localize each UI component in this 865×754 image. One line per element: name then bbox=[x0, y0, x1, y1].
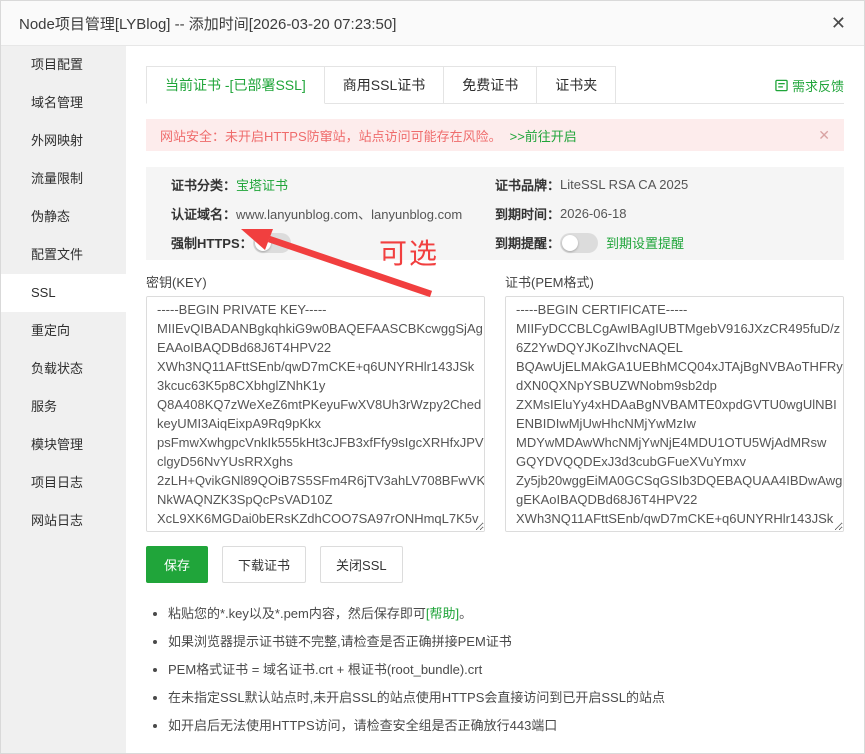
cert-category-label: 证书分类： bbox=[171, 175, 236, 194]
close-icon[interactable]: ✕ bbox=[831, 14, 846, 32]
sidebar-item-service[interactable]: 服务 bbox=[1, 388, 126, 426]
sidebar-item-external-mapping[interactable]: 外网映射 bbox=[1, 122, 126, 160]
tab-cert-folder[interactable]: 证书夹 bbox=[537, 66, 616, 104]
expiry-reminder-toggle[interactable] bbox=[560, 233, 598, 253]
pem-field-label: 证书(PEM格式) bbox=[505, 272, 844, 291]
cert-category-link[interactable]: 宝塔证书 bbox=[236, 175, 288, 194]
cert-expiry-label: 到期时间： bbox=[495, 204, 560, 223]
warning-text: 网站安全：未开启HTTPS防窜站，站点访问可能存在风险。 bbox=[160, 126, 502, 145]
note-item: 在未指定SSL默认站点时,未开启SSL的站点使用HTTPS会直接访问到已开启SS… bbox=[168, 687, 844, 706]
sidebar-item-redirect[interactable]: 重定向 bbox=[1, 312, 126, 350]
note-item: 如果浏览器提示证书链不完整,请检查是否正确拼接PEM证书 bbox=[168, 631, 844, 650]
sidebar-item-project-log[interactable]: 项目日志 bbox=[1, 464, 126, 502]
expiry-reminder-link[interactable]: 到期设置提醒 bbox=[606, 233, 684, 252]
project-manage-dialog: Node项目管理[LYBlog] -- 添加时间[2026-03-20 07:2… bbox=[0, 0, 865, 754]
force-https-toggle[interactable] bbox=[253, 233, 291, 253]
cert-info-right: 证书品牌： LiteSSL RSA CA 2025 到期时间： 2026-06-… bbox=[495, 170, 819, 257]
cert-fields: -----BEGIN PRIVATE KEY----- MIIEvQIBADAN… bbox=[146, 296, 844, 532]
note-text: PEM格式证书 = 域名证书.crt + 根证书(root_bundle).cr… bbox=[168, 662, 482, 677]
https-warning-bar: 网站安全：未开启HTTPS防窜站，站点访问可能存在风险。 >>前往开启 ✕ bbox=[146, 119, 844, 151]
cert-category-row: 证书分类： 宝塔证书 bbox=[171, 170, 495, 199]
sidebar-item-load-status[interactable]: 负载状态 bbox=[1, 350, 126, 388]
field-labels: 密钥(KEY) 证书(PEM格式) bbox=[146, 272, 844, 291]
pem-cert-textarea[interactable]: -----BEGIN CERTIFICATE----- MIIFyDCCBLCg… bbox=[505, 296, 844, 532]
note-text: 粘贴您的*.key以及*.pem内容，然后保存即可 bbox=[168, 606, 426, 621]
cert-brand-value: LiteSSL RSA CA 2025 bbox=[560, 177, 688, 192]
sidebar-item-ssl[interactable]: SSL bbox=[1, 274, 126, 312]
notes-list: 粘贴您的*.key以及*.pem内容，然后保存即可[帮助]。 如果浏览器提示证书… bbox=[152, 603, 844, 734]
cert-tabbar: 当前证书 -[已部署SSL] 商用SSL证书 免费证书 证书夹 需求反馈 bbox=[146, 66, 844, 104]
download-cert-button[interactable]: 下载证书 bbox=[222, 546, 306, 583]
force-https-label: 强制HTTPS： bbox=[171, 233, 253, 252]
sidebar: 项目配置 域名管理 外网映射 流量限制 伪静态 配置文件 SSL 重定向 负载状… bbox=[1, 46, 126, 754]
key-field-label: 密钥(KEY) bbox=[146, 272, 485, 291]
dialog-titlebar: Node项目管理[LYBlog] -- 添加时间[2026-03-20 07:2… bbox=[1, 1, 864, 46]
sidebar-item-project-config[interactable]: 项目配置 bbox=[1, 46, 126, 84]
cert-info-panel: 证书分类： 宝塔证书 认证域名： www.lanyunblog.com、lany… bbox=[146, 167, 844, 260]
enable-https-link[interactable]: >>前往开启 bbox=[510, 126, 577, 145]
note-suffix: 。 bbox=[459, 606, 472, 621]
close-ssl-button[interactable]: 关闭SSL bbox=[320, 546, 403, 583]
sidebar-item-traffic-limit[interactable]: 流量限制 bbox=[1, 160, 126, 198]
ssl-panel: 当前证书 -[已部署SSL] 商用SSL证书 免费证书 证书夹 需求反馈 网站安… bbox=[126, 46, 864, 754]
cert-info-left: 证书分类： 宝塔证书 认证域名： www.lanyunblog.com、lany… bbox=[171, 170, 495, 257]
cert-domains-row: 认证域名： www.lanyunblog.com、lanyunblog.com bbox=[171, 199, 495, 228]
dialog-title: Node项目管理[LYBlog] -- 添加时间[2026-03-20 07:2… bbox=[19, 13, 396, 34]
tab-free-cert[interactable]: 免费证书 bbox=[444, 66, 537, 104]
cert-brand-row: 证书品牌： LiteSSL RSA CA 2025 bbox=[495, 170, 819, 199]
tab-current-cert[interactable]: 当前证书 -[已部署SSL] bbox=[146, 66, 325, 104]
action-buttons: 保存 下载证书 关闭SSL bbox=[146, 546, 844, 583]
cert-domains-value: www.lanyunblog.com、lanyunblog.com bbox=[236, 204, 462, 223]
feedback-label: 需求反馈 bbox=[792, 76, 844, 95]
expiry-reminder-row: 到期提醒： 到期设置提醒 bbox=[495, 228, 819, 257]
feedback-icon bbox=[775, 79, 788, 92]
tab-commercial-cert[interactable]: 商用SSL证书 bbox=[325, 66, 444, 104]
cert-brand-label: 证书品牌： bbox=[495, 175, 560, 194]
note-item: PEM格式证书 = 域名证书.crt + 根证书(root_bundle).cr… bbox=[168, 659, 844, 678]
sidebar-item-site-log[interactable]: 网站日志 bbox=[1, 502, 126, 540]
sidebar-item-rewrite[interactable]: 伪静态 bbox=[1, 198, 126, 236]
cert-domains-label: 认证域名： bbox=[171, 204, 236, 223]
force-https-row: 强制HTTPS： bbox=[171, 228, 495, 257]
sidebar-item-domain-manage[interactable]: 域名管理 bbox=[1, 84, 126, 122]
private-key-textarea[interactable]: -----BEGIN PRIVATE KEY----- MIIEvQIBADAN… bbox=[146, 296, 485, 532]
sidebar-item-module-manage[interactable]: 模块管理 bbox=[1, 426, 126, 464]
note-text: 如开启后无法使用HTTPS访问，请检查安全组是否正确放行443端口 bbox=[168, 718, 557, 733]
cert-expiry-row: 到期时间： 2026-06-18 bbox=[495, 199, 819, 228]
note-item: 如开启后无法使用HTTPS访问，请检查安全组是否正确放行443端口 bbox=[168, 715, 844, 734]
save-button[interactable]: 保存 bbox=[146, 546, 208, 583]
note-text: 在未指定SSL默认站点时,未开启SSL的站点使用HTTPS会直接访问到已开启SS… bbox=[168, 690, 665, 705]
note-text: 如果浏览器提示证书链不完整,请检查是否正确拼接PEM证书 bbox=[168, 634, 512, 649]
cert-expiry-value: 2026-06-18 bbox=[560, 206, 627, 221]
expiry-reminder-label: 到期提醒： bbox=[495, 233, 560, 252]
warning-close-icon[interactable]: ✕ bbox=[818, 127, 830, 144]
help-link[interactable]: [帮助] bbox=[426, 606, 459, 621]
feedback-link[interactable]: 需求反馈 bbox=[775, 76, 844, 95]
note-item: 粘贴您的*.key以及*.pem内容，然后保存即可[帮助]。 bbox=[168, 603, 844, 622]
sidebar-item-config-file[interactable]: 配置文件 bbox=[1, 236, 126, 274]
